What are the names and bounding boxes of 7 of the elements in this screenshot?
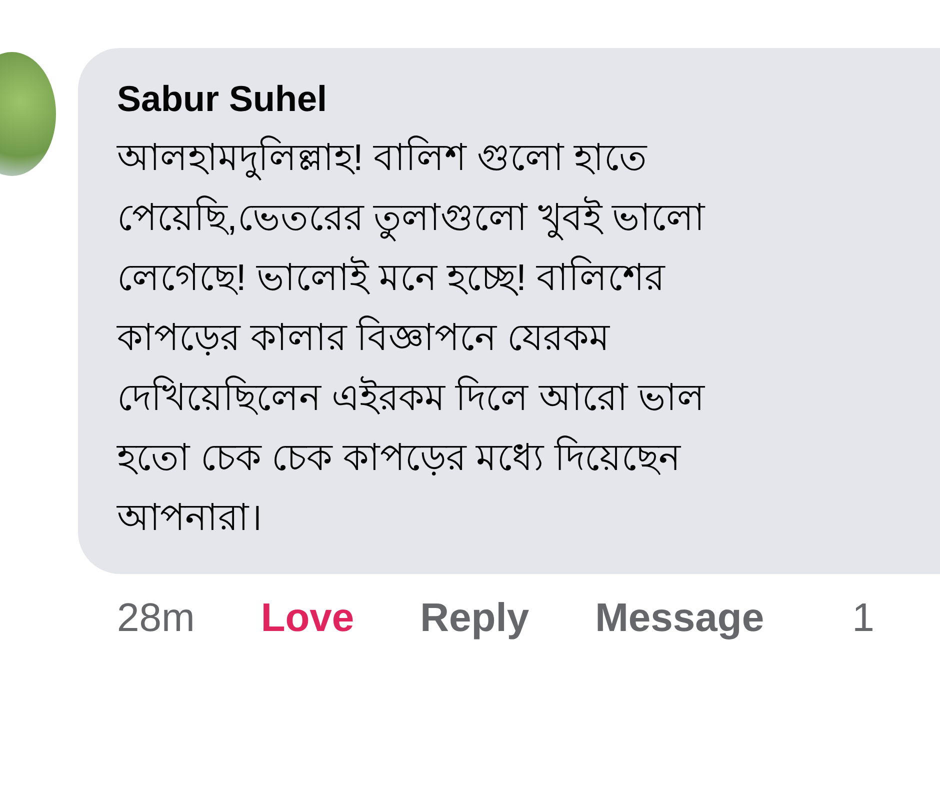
- comment-text: আলহামদুলিল্লাহ! বালিশ গুলো হাতে পেয়েছি,ভেতরের তুলাগুলো খুবই ভালো লেগেছে! ভালোই মনে হচ্ছে! বালিশের কাপড়ের কালার বিজ্ঞাপনে যেরকম দেখিয়েছিলেন এইরকম দিলে আরো ভাল হতো চেক চেক কাপড়ের মধ্যে দিয়েছেন আপনারা।: [117, 134, 706, 540]
- comment-time: 28m: [117, 596, 195, 641]
- action-link[interactable]: Reply: [420, 596, 530, 641]
- action-link[interactable]: Love: [260, 596, 354, 641]
- reaction-count: 1: [852, 596, 874, 641]
- author-name: Sabur Suhel: [117, 78, 328, 120]
- action-link[interactable]: Message: [595, 596, 764, 641]
